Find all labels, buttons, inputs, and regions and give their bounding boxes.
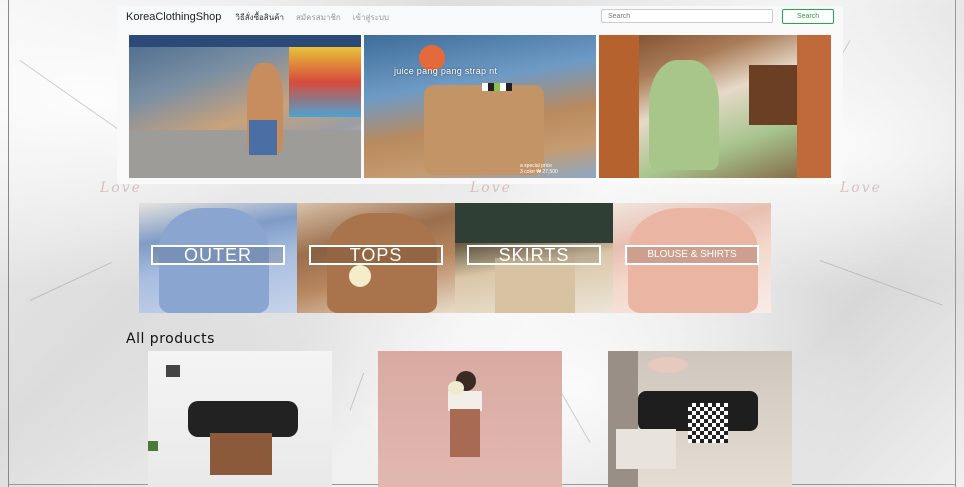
love-watermark: Love <box>470 180 512 196</box>
banner-slide-1[interactable] <box>129 35 361 178</box>
window-edge-left <box>8 0 9 487</box>
jeans <box>249 120 277 155</box>
poster-wall <box>289 47 361 117</box>
shop-sign <box>129 35 361 47</box>
product-card[interactable] <box>148 351 332 487</box>
category-label: OUTER <box>151 245 285 265</box>
street <box>129 130 361 178</box>
slide-caption: juice pang pang strap nt <box>394 66 498 76</box>
slide-subtext: a special price 3 color ₩ 27,500 <box>520 163 558 175</box>
category-blouse-shirts[interactable]: BLOUSE & SHIRTS <box>613 203 771 313</box>
white-pants <box>616 429 676 469</box>
category-tops[interactable]: TOPS <box>297 203 455 313</box>
nav-link-login[interactable]: เข้าสู่ระบบ <box>353 11 389 24</box>
category-skirts[interactable]: SKIRTS <box>455 203 613 313</box>
product-card[interactable] <box>378 351 562 487</box>
nav-link-how-to-order[interactable]: วิธีสั่งซื้อสินค้า <box>235 11 284 24</box>
brand-logo[interactable]: KoreaClothingShop <box>126 11 221 23</box>
category-label: TOPS <box>309 245 443 265</box>
banner-slide-2[interactable]: juice pang pang strap nt a special price… <box>364 35 596 178</box>
leather-skirt <box>210 433 272 475</box>
section-title: All products <box>126 331 215 347</box>
wall-frame <box>166 365 180 377</box>
brown-skirt <box>450 409 480 457</box>
color-swatches <box>482 83 512 91</box>
model-figure <box>649 60 719 170</box>
category-label: SKIRTS <box>467 245 601 265</box>
black-top <box>188 401 298 437</box>
love-watermark: Love <box>840 180 882 196</box>
flower-bouquet <box>349 265 371 287</box>
plant <box>148 441 158 451</box>
banner-slide-3[interactable] <box>599 35 831 178</box>
beret <box>648 357 688 373</box>
product-card[interactable] <box>608 351 792 487</box>
skirt <box>495 258 575 313</box>
flower-bouquet <box>448 381 464 395</box>
mirror-frame <box>797 35 831 178</box>
window-edge-right <box>955 0 956 487</box>
category-label: BLOUSE & SHIRTS <box>625 245 759 265</box>
cardigan <box>424 85 544 175</box>
search-button[interactable]: Search <box>782 9 834 24</box>
gingham-top <box>688 403 728 443</box>
search-input[interactable] <box>601 9 773 23</box>
top-garment <box>455 203 613 243</box>
door-frame <box>599 35 639 178</box>
nav-link-register[interactable]: สมัครสมาชิก <box>296 11 341 24</box>
love-watermark: Love <box>100 180 142 196</box>
navbar: KoreaClothingShop วิธีสั่งซื้อสินค้า สมั… <box>117 6 843 28</box>
category-outer[interactable]: OUTER <box>139 203 297 313</box>
